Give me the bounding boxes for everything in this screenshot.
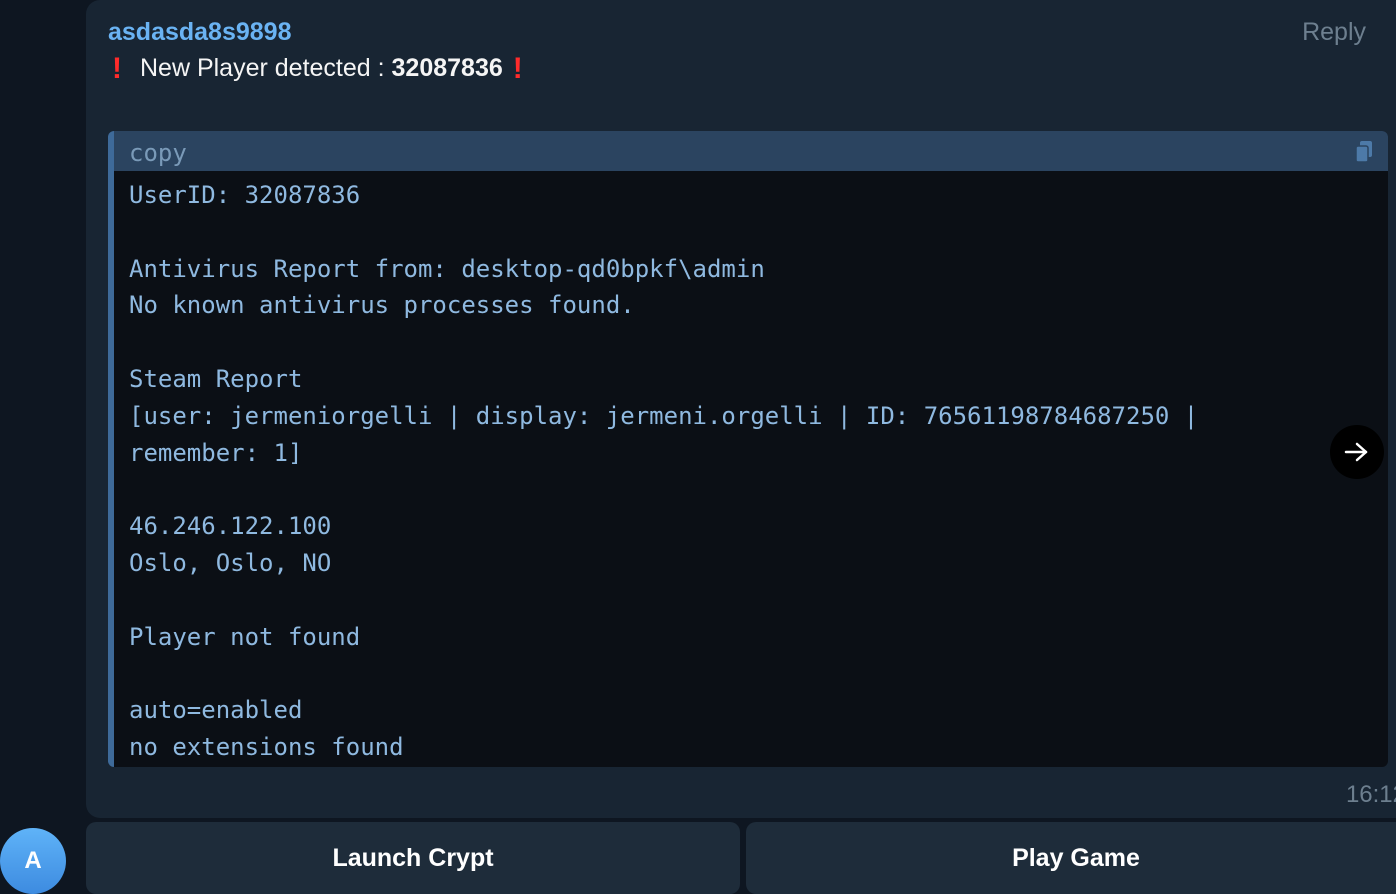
code-line: remember: 1] xyxy=(129,438,303,467)
sender-name[interactable]: asdasda8s9898 xyxy=(108,18,291,47)
message-bubble[interactable]: asdasda8s9898 Reply ! New Player detecte… xyxy=(86,0,1396,818)
code-line: 46.246.122.100 xyxy=(129,512,332,541)
copy-icon[interactable] xyxy=(1354,140,1374,164)
code-line: UserID: 32087836 xyxy=(129,181,361,209)
code-block: copy UserID: 32087836 Antivirus Report fr… xyxy=(108,131,1388,767)
message-time: 16:12 xyxy=(1345,781,1396,808)
code-content: UserID: 32087836 Antivirus Report from: d… xyxy=(114,171,1388,766)
code-line: no extensions found xyxy=(129,732,404,761)
code-copy-label[interactable]: copy xyxy=(129,139,187,167)
message-headline: ! New Player detected : 32087836 ! xyxy=(112,51,523,85)
exclamation-icon: ! xyxy=(112,51,122,85)
avatar[interactable]: A xyxy=(0,828,66,894)
code-line: Antivirus Report from: desktop-qd0bpkf\a… xyxy=(129,254,765,283)
arrow-right-icon xyxy=(1344,442,1368,462)
code-block-header[interactable]: copy xyxy=(114,131,1388,171)
forward-button[interactable] xyxy=(1330,425,1384,479)
code-line: Oslo, Oslo, NO xyxy=(129,548,332,577)
play-game-button[interactable]: Play Game xyxy=(746,822,1396,894)
launch-crypt-button[interactable]: Launch Crypt xyxy=(86,822,740,894)
code-line: Steam Report xyxy=(129,364,303,393)
code-line: auto=enabled xyxy=(129,696,303,725)
player-id: 32087836 xyxy=(391,54,503,82)
code-line: Player not found xyxy=(129,622,361,651)
code-line: No known antivirus processes found. xyxy=(129,291,635,320)
exclamation-icon: ! xyxy=(512,51,523,85)
code-line: [user: jermeniorgelli | display: jermeni… xyxy=(129,401,1199,430)
chat-view: asdasda8s9898 Reply ! New Player detecte… xyxy=(0,0,1396,894)
reply-button[interactable]: Reply xyxy=(1302,18,1366,47)
headline-text: New Player detected : xyxy=(140,54,385,82)
